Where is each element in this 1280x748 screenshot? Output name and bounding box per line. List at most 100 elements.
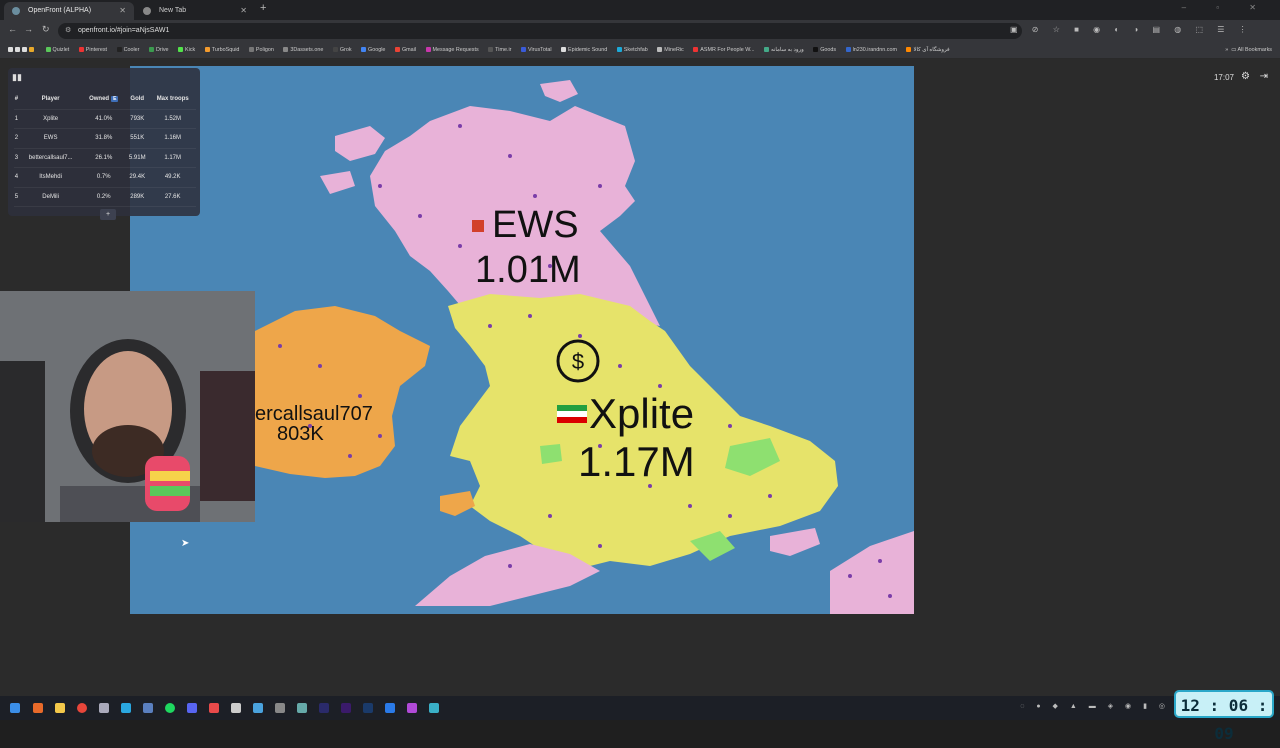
- table-row[interactable]: 5 DeMili 0.2% 289K 27.6K: [14, 187, 196, 207]
- bookmark-item[interactable]: Message Requests: [425, 42, 479, 58]
- discord-icon[interactable]: [187, 703, 197, 713]
- xplite-name-label: Xplite: [589, 390, 694, 437]
- new-tab-favicon-icon: [143, 7, 151, 15]
- leaderboard-table: # Player Owned E Gold Max troops 1 Xplite…: [14, 90, 196, 207]
- player-cell: EWS: [43, 135, 58, 142]
- new-tab-button[interactable]: +: [260, 2, 266, 14]
- leaderboard-panel: ▮▮ # Player Owned E Gold Max troops 1 Xpl…: [8, 68, 200, 220]
- bookmark-item[interactable]: ورود به سامانه: [764, 42, 804, 58]
- reload-icon[interactable]: ↻: [42, 24, 50, 35]
- close-tab-icon[interactable]: ✕: [119, 2, 126, 20]
- bookmark-item[interactable]: ASMR For People W...: [693, 42, 755, 58]
- all-bookmarks-button[interactable]: » ▭ All Bookmarks: [1225, 42, 1272, 58]
- forward-icon[interactable]: →: [24, 24, 33, 34]
- premiere-icon[interactable]: [341, 703, 351, 713]
- col-owned[interactable]: Owned E: [82, 90, 125, 109]
- browser-tab-bar: OpenFront (ALPHA) ✕ New Tab ✕ + – ▫ ✕: [0, 0, 1280, 20]
- table-row[interactable]: 3 bettercallsaul7... 26.1% 5.91M 1.17M: [14, 148, 196, 168]
- col-gold: Gold: [130, 96, 145, 103]
- app-icon[interactable]: [209, 703, 219, 713]
- telegram-icon[interactable]: [121, 703, 131, 713]
- system-tray-icons[interactable]: ◌ ● ◆ ▲ ▬ ◈ ◉ ▮ ◎: [1020, 702, 1170, 710]
- bookmark-item[interactable]: فروشگاه آی کالا: [906, 42, 950, 58]
- tab-title: OpenFront (ALPHA): [28, 7, 92, 14]
- address-bar[interactable]: ⚙ openfront.io/#join=aNjsSAW1: [58, 23, 1022, 39]
- xplite-troops-label: 1.17M: [578, 438, 695, 485]
- xplite-flag-icon: [557, 405, 587, 423]
- gold-cell: 551K: [130, 135, 145, 142]
- game-page: $ EWS 1.01M Xplite 1.17M ercallsaul707 8…: [0, 59, 1280, 696]
- app-icon[interactable]: [253, 703, 263, 713]
- app-icon[interactable]: [407, 703, 417, 713]
- settings-gear-icon[interactable]: ⚙: [1241, 71, 1250, 82]
- troops-cell: 49.2K: [164, 174, 181, 181]
- table-row[interactable]: 2 EWS 31.8% 551K 1.16M: [14, 129, 196, 148]
- bar-chart-icon[interactable]: ▮▮: [12, 72, 22, 83]
- bookmark-item[interactable]: Kick: [178, 42, 195, 58]
- gold-cell: 29.4K: [129, 174, 146, 181]
- exit-icon[interactable]: ⇥: [1260, 71, 1268, 82]
- app-icon[interactable]: [99, 703, 109, 713]
- bookmark-item[interactable]: Epidemic Sound: [561, 42, 607, 58]
- tab-openfront[interactable]: OpenFront (ALPHA) ✕: [4, 2, 134, 20]
- bookmark-item[interactable]: 3Dassets.one: [283, 42, 323, 58]
- bookmark-item[interactable]: ln230.irandnn.com: [845, 42, 897, 58]
- app-icon[interactable]: [429, 703, 439, 713]
- bookmark-item[interactable]: VirusTotal: [520, 42, 552, 58]
- extension-icons[interactable]: ▣ ⊘ ☆ ■ ◉ ◐ ◑ ▤ ◍ ⬚ ☰ ⋮: [1010, 25, 1253, 34]
- gold-cell: 5.91M: [128, 154, 146, 161]
- bookmark-item[interactable]: Sketchfab: [616, 42, 648, 58]
- ews-flag-icon: [472, 220, 484, 232]
- bookmark-item[interactable]: Google: [361, 42, 385, 58]
- spotify-icon[interactable]: [165, 703, 175, 713]
- app-icon[interactable]: [297, 703, 307, 713]
- search-icon[interactable]: [33, 703, 43, 713]
- saul-territory-patch[interactable]: [440, 491, 475, 516]
- app-icon[interactable]: [385, 703, 395, 713]
- bookmark-item[interactable]: Quizlet: [45, 42, 69, 58]
- gold-cell: 793K: [130, 115, 145, 122]
- leaderboard-expand-button[interactable]: +: [100, 209, 116, 220]
- bookmark-apps-icon[interactable]: [8, 42, 36, 58]
- app-icon[interactable]: [231, 703, 241, 713]
- back-icon[interactable]: ←: [8, 24, 17, 34]
- bookmark-item[interactable]: Pinterest: [78, 42, 107, 58]
- svg-text:$: $: [572, 349, 584, 374]
- owned-cell: 0.7%: [96, 174, 111, 181]
- ews-territory-southeast[interactable]: [770, 528, 820, 556]
- bookmark-item[interactable]: Poligon: [248, 42, 274, 58]
- file-explorer-icon[interactable]: [55, 703, 65, 713]
- ews-territory-france[interactable]: [830, 531, 914, 614]
- bookmark-item[interactable]: Goods: [813, 42, 836, 58]
- owned-cell: 0.2%: [96, 193, 111, 200]
- chrome-icon[interactable]: [77, 703, 87, 713]
- photoshop-icon[interactable]: [363, 703, 373, 713]
- webcam-overlay: [0, 291, 255, 522]
- after-effects-icon[interactable]: [319, 703, 329, 713]
- ews-troops-label: 1.01M: [475, 249, 581, 291]
- bookmark-item[interactable]: Time.ir: [488, 42, 511, 58]
- troops-cell: 1.16M: [164, 135, 182, 142]
- owned-toggle-badge[interactable]: E: [111, 96, 119, 103]
- bookmark-item[interactable]: Gmail: [394, 42, 416, 58]
- close-tab-icon[interactable]: ✕: [240, 2, 247, 20]
- owned-cell: 26.1%: [95, 154, 113, 161]
- player-cell: bettercallsaul7...: [28, 154, 73, 161]
- table-row[interactable]: 1 Xplite 41.0% 793K 1.52M: [14, 109, 196, 129]
- site-info-icon[interactable]: ⚙: [65, 23, 71, 39]
- ews-name-label: EWS: [492, 204, 579, 246]
- steam-icon[interactable]: [143, 703, 153, 713]
- bookmark-item[interactable]: MineRic: [657, 42, 684, 58]
- start-icon[interactable]: [10, 703, 20, 713]
- saul-territory[interactable]: [255, 306, 430, 478]
- bookmark-item[interactable]: TurboSquid: [204, 42, 239, 58]
- bookmark-item[interactable]: Drive: [148, 42, 169, 58]
- app-icon[interactable]: [275, 703, 285, 713]
- window-controls[interactable]: – ▫ ✕: [1182, 3, 1270, 12]
- tab-new-tab[interactable]: New Tab ✕: [135, 2, 255, 20]
- bookmark-item[interactable]: Cooler: [116, 42, 139, 58]
- mouse-cursor-icon: ➤: [181, 538, 190, 549]
- bookmark-item[interactable]: Grok: [332, 42, 352, 58]
- table-row[interactable]: 4 ItsMehdi 0.7% 29.4K 49.2K: [14, 168, 196, 187]
- troops-cell: 1.52M: [164, 115, 182, 122]
